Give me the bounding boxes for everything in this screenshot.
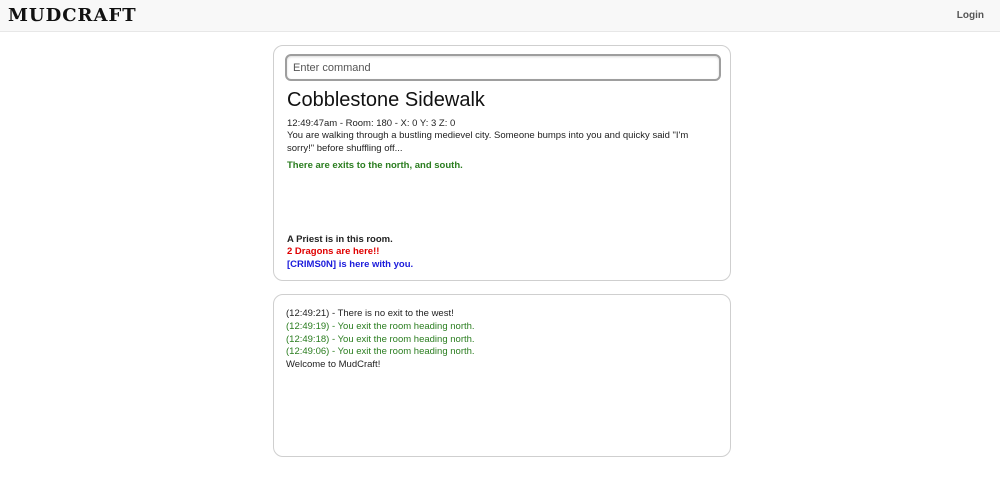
message-log: (12:49:21) - There is no exit to the wes… (286, 308, 716, 372)
occupant-dragons: 2 Dragons are here!! (287, 246, 380, 257)
occupant-priest: A Priest is in this room. (287, 234, 393, 245)
log-line: (12:49:06) - You exit the room heading n… (286, 346, 475, 358)
brand-logo[interactable]: MUDCRAFT (8, 6, 137, 26)
login-link[interactable]: Login (957, 10, 984, 21)
log-line: Welcome to MudCraft! (286, 359, 381, 371)
log-line: (12:49:18) - You exit the room heading n… (286, 333, 475, 345)
occupant-player: [CRIMS0N] is here with you. (287, 259, 414, 270)
log-line: (12:49:21) - There is no exit to the wes… (286, 308, 454, 319)
room-description: You are walking through a bustling medie… (287, 130, 689, 154)
command-input[interactable] (285, 54, 721, 81)
room-title: Cobblestone Sidewalk (287, 89, 485, 111)
room-meta: 12:49:47am - Room: 180 - X: 0 Y: 3 Z: 0 (287, 118, 456, 129)
log-line: (12:49:19) - You exit the room heading n… (286, 320, 475, 332)
navbar: MUDCRAFT Login (0, 0, 1000, 32)
room-exits: There are exits to the north, and south. (287, 160, 463, 171)
room-panel: Cobblestone Sidewalk 12:49:47am - Room: … (273, 45, 731, 281)
message-log-panel: (12:49:21) - There is no exit to the wes… (273, 294, 731, 457)
